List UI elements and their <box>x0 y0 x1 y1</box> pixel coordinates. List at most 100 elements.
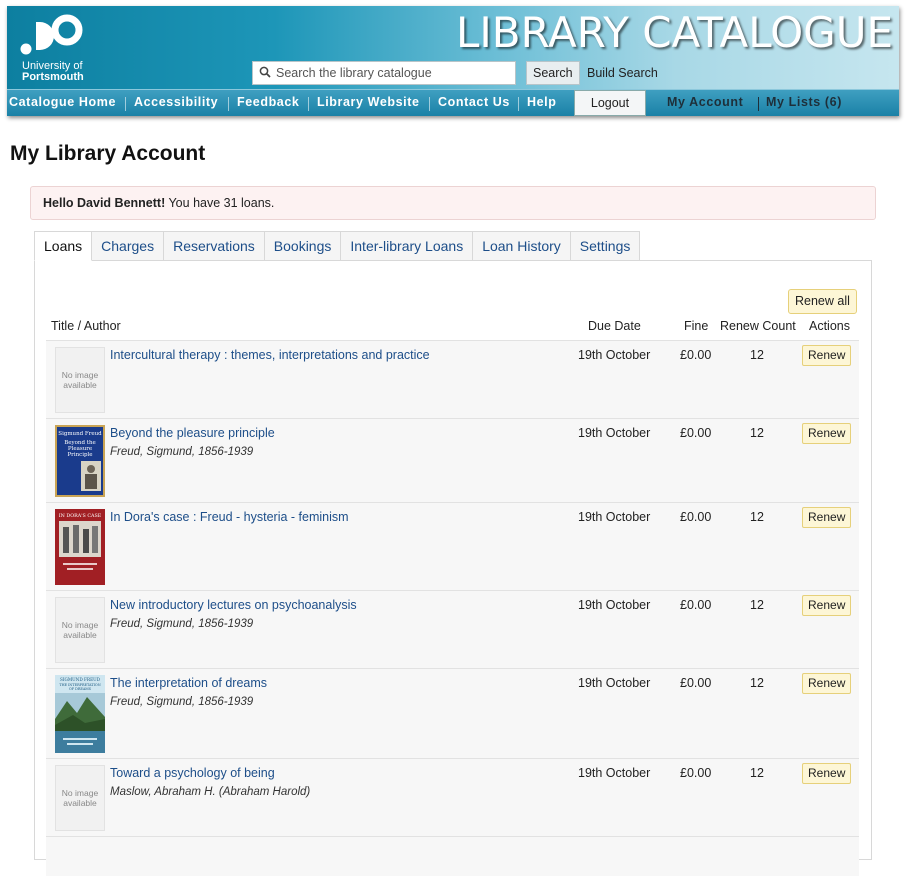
renew-button[interactable]: Renew <box>802 423 852 444</box>
table-row: IN DORA'S CASE In Dora's case : Freud - … <box>46 502 859 590</box>
table-row: Sigmund Freud Beyond the Pleasure Princi… <box>46 418 859 502</box>
loans-table: No image available Intercultural therapy… <box>46 340 859 876</box>
loan-renew-count: 12 <box>750 598 764 612</box>
catalogue-title: LIBRARY CATALOGUE <box>455 8 893 57</box>
tab-loan-history[interactable]: Loan History <box>473 231 571 261</box>
no-image-placeholder: No image available <box>55 597 105 663</box>
cover-author-text: SIGMUND FREUD <box>60 677 101 682</box>
renew-button[interactable]: Renew <box>802 345 852 366</box>
loan-author: Freud, Sigmund, 1856-1939 <box>110 446 254 458</box>
nav-feedback[interactable]: Feedback <box>237 90 299 116</box>
loan-renew-count: 12 <box>750 348 764 362</box>
renew-all-button[interactable]: Renew all <box>788 289 857 314</box>
page-title: My Library Account <box>10 142 206 165</box>
site-header: University of Portsmouth LIBRARY CATALOG… <box>7 6 899 116</box>
cover-title-text: IN DORA'S CASE <box>59 513 102 519</box>
loan-title-link[interactable]: The interpretation of dreams <box>110 676 267 690</box>
loan-title-link[interactable]: Beyond the pleasure principle <box>110 426 275 440</box>
loans-panel: Renew all Title / Author Due Date Fine R… <box>34 260 873 876</box>
loan-fine: £0.00 <box>680 510 712 524</box>
account-tabs: Loans Charges Reservations Bookings Inte… <box>34 231 641 261</box>
book-cover-image: SIGMUND FREUD THE INTERPRETATION OF DREA… <box>55 675 105 753</box>
book-cover-image: IN DORA'S CASE <box>55 509 105 585</box>
svg-text:OF DREAMS: OF DREAMS <box>69 687 92 691</box>
loan-fine: £0.00 <box>680 426 712 440</box>
tab-bookings[interactable]: Bookings <box>264 231 342 261</box>
renew-button[interactable]: Renew <box>802 507 852 528</box>
cover-author-text: Sigmund Freud <box>58 431 102 437</box>
loan-author: Freud, Sigmund, 1856-1939 <box>110 696 254 708</box>
book-cover: No image available <box>55 765 105 831</box>
book-cover: IN DORA'S CASE <box>55 509 105 585</box>
loan-title-link[interactable]: Toward a psychology of being <box>110 766 275 780</box>
loan-renew-count: 12 <box>750 676 764 690</box>
search-box <box>252 61 516 85</box>
book-cover: SIGMUND FREUD THE INTERPRETATION OF DREA… <box>55 675 105 753</box>
loan-fine: £0.00 <box>680 766 712 780</box>
loan-renew-count: 12 <box>750 426 764 440</box>
nav-library-website[interactable]: Library Website <box>317 90 420 116</box>
logout-button[interactable]: Logout <box>574 90 646 116</box>
book-cover: No image available <box>55 597 105 663</box>
header-renew-count: Renew Count <box>720 319 796 333</box>
greeting-name: Hello David Bennett! <box>43 196 166 210</box>
tab-loans[interactable]: Loans <box>34 231 93 261</box>
renew-button[interactable]: Renew <box>802 763 852 784</box>
loan-due-date: 19th October <box>578 676 651 690</box>
logo-mark-icon <box>20 14 83 55</box>
nav-my-lists[interactable]: My Lists (6) <box>766 90 842 116</box>
loan-due-date: 19th October <box>578 348 651 362</box>
table-row: SIGMUND FREUD THE INTERPRETATION OF DREA… <box>46 668 859 758</box>
loans-table-header: Title / Author Due Date Fine Renew Count… <box>35 316 873 340</box>
book-cover: Sigmund Freud Beyond the Pleasure Princi… <box>55 425 105 497</box>
book-cover: No image available <box>55 347 105 413</box>
loan-title-link[interactable]: In Dora's case : Freud - hysteria - femi… <box>110 510 349 524</box>
tab-reservations[interactable]: Reservations <box>164 231 265 261</box>
loan-fine: £0.00 <box>680 676 712 690</box>
nav-accessibility[interactable]: Accessibility <box>134 90 218 116</box>
nav-my-account[interactable]: My Account <box>667 90 743 116</box>
header-due-date: Due Date <box>588 319 641 333</box>
build-search-link[interactable]: Build Search <box>585 61 660 85</box>
loan-renew-count: 12 <box>750 510 764 524</box>
loan-due-date: 19th October <box>578 766 651 780</box>
loan-due-date: 19th October <box>578 510 651 524</box>
no-image-placeholder: No image available <box>55 347 105 413</box>
book-cover-image: Sigmund Freud Beyond the Pleasure Princi… <box>55 425 105 497</box>
table-row <box>46 836 859 876</box>
greeting-loans: You have 31 loans. <box>165 196 275 210</box>
loan-author: Freud, Sigmund, 1856-1939 <box>110 618 254 630</box>
table-row: No image available Toward a psychology o… <box>46 758 859 836</box>
table-row: No image available New introductory lect… <box>46 590 859 668</box>
logo-portsmouth: Portsmouth <box>22 71 84 83</box>
nav-separator <box>518 97 519 111</box>
nav-help[interactable]: Help <box>527 90 557 116</box>
loan-renew-count: 12 <box>750 766 764 780</box>
loan-author: Maslow, Abraham H. (Abraham Harold) <box>110 786 311 798</box>
loan-fine: £0.00 <box>680 348 712 362</box>
loan-title-link[interactable]: New introductory lectures on psychoanaly… <box>110 598 357 612</box>
header-actions: Actions <box>809 319 850 333</box>
nav-contact-us[interactable]: Contact Us <box>438 90 510 116</box>
loan-due-date: 19th October <box>578 426 651 440</box>
tab-charges[interactable]: Charges <box>92 231 165 261</box>
tab-inter-library-loans[interactable]: Inter-library Loans <box>341 231 474 261</box>
search-button[interactable]: Search <box>526 61 580 85</box>
university-logo[interactable]: University of Portsmouth <box>20 14 110 84</box>
nav-separator <box>228 97 229 111</box>
greeting-alert: Hello David Bennett! You have 31 loans. <box>30 186 876 220</box>
search-icon <box>256 66 274 81</box>
header-title-author: Title / Author <box>51 319 121 333</box>
nav-separator <box>758 97 759 111</box>
search-input[interactable] <box>274 66 509 80</box>
nav-separator <box>125 97 126 111</box>
header-fine: Fine <box>684 319 709 333</box>
renew-button[interactable]: Renew <box>802 595 852 616</box>
loan-due-date: 19th October <box>578 598 651 612</box>
loan-title-link[interactable]: Intercultural therapy : themes, interpre… <box>110 348 430 362</box>
table-row: No image available Intercultural therapy… <box>46 340 859 418</box>
nav-catalogue-home[interactable]: Catalogue Home <box>9 90 116 116</box>
nav-separator <box>429 97 430 111</box>
renew-button[interactable]: Renew <box>802 673 852 694</box>
tab-settings[interactable]: Settings <box>570 231 641 261</box>
